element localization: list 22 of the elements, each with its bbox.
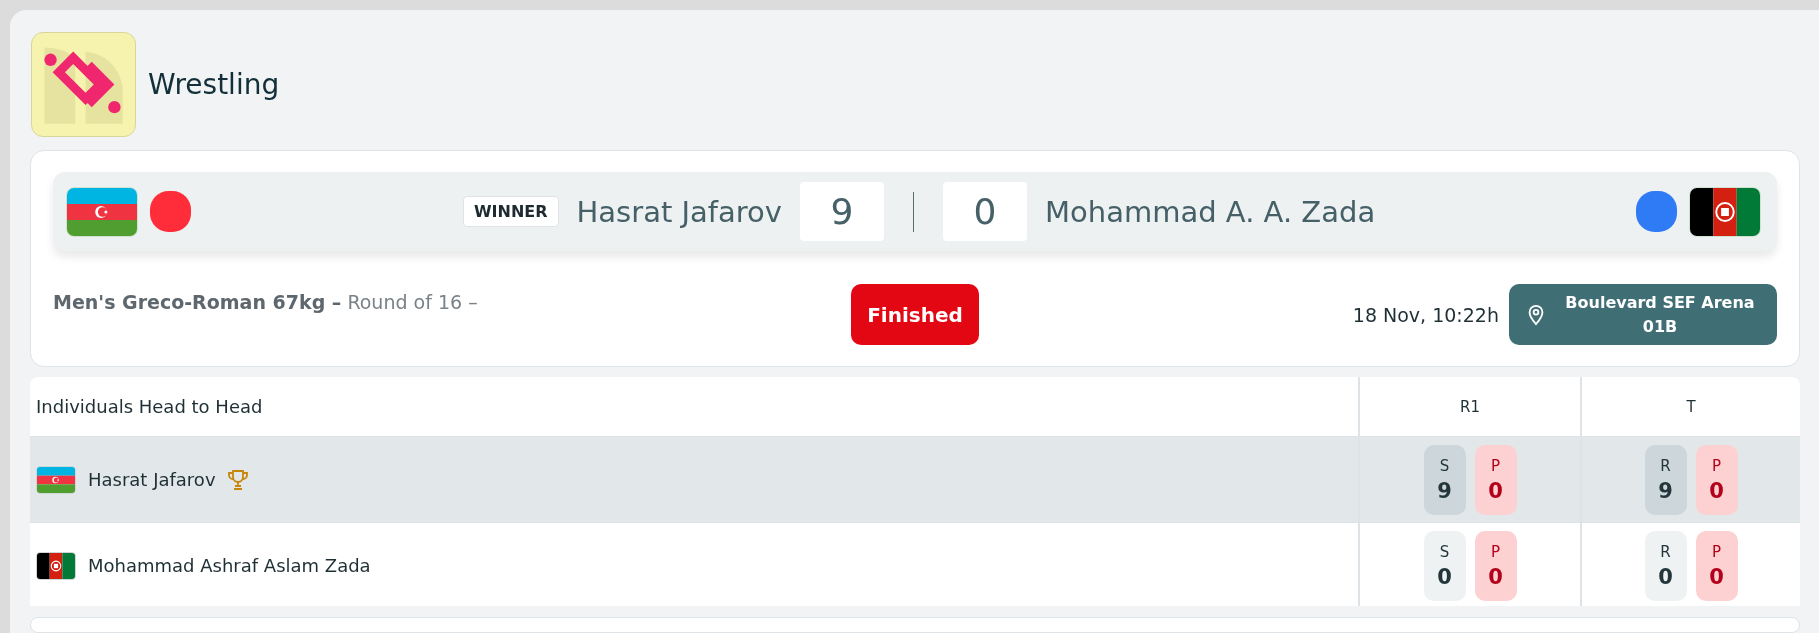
penalty-chip: P 0 [1474,530,1517,601]
logo-icon [31,32,136,137]
status-badge: Finished [851,284,979,345]
sport-title: Wrestling [148,68,280,101]
score-value: 0 [943,182,1027,241]
score-value: 9 [800,182,884,241]
penalty-chip: P 0 [1474,444,1517,515]
athlete-name: Hasrat Jafarov [576,194,782,229]
table-header: Individuals Head to Head [35,395,264,419]
match-category: Men's Greco-Roman 67kg – Round of 16 – [53,291,478,313]
penalty-chip: P 0 [1695,530,1738,601]
athlete-name: Mohammad A. A. Zada [1045,194,1376,229]
venue-button[interactable]: Boulevard SEF Arena 01B [1509,284,1777,345]
score-chip: R 0 [1644,530,1687,601]
winner-badge: WINNER [462,196,559,227]
score-chip: R 9 [1644,444,1687,515]
score-chip: S 9 [1423,444,1466,515]
athlete-name: Hasrat Jafarov [88,469,216,490]
athlete-name: Mohammad Ashraf Aslam Zada [88,555,371,576]
penalty-chip: P 0 [1695,444,1738,515]
score-chip: S 0 [1423,530,1466,601]
match-datetime: 18 Nov, 10:22h [1352,303,1499,326]
